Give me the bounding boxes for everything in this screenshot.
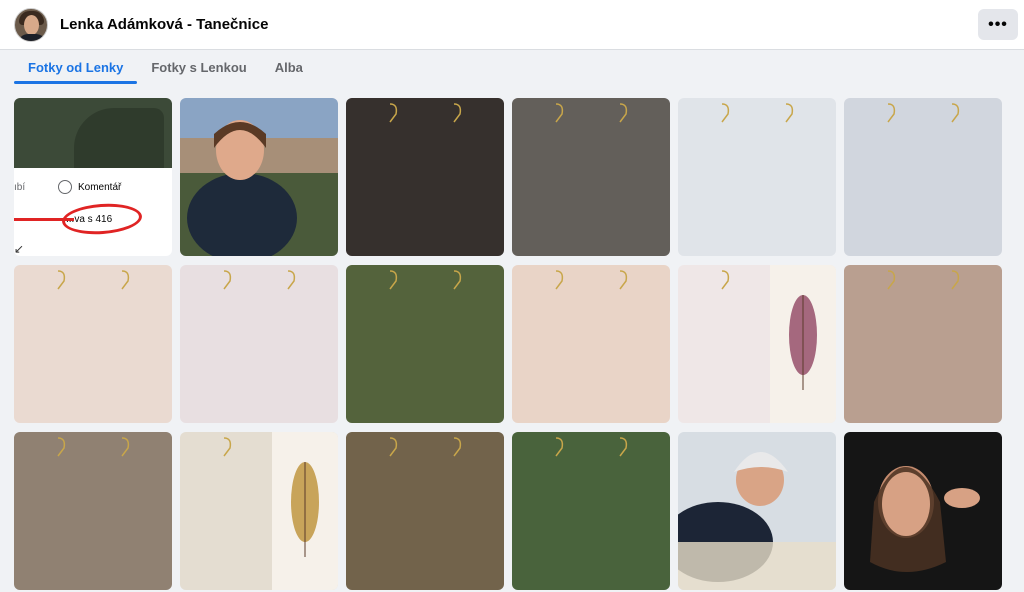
page-header: Lenka Adámková - Tanečnice •••	[0, 0, 1024, 50]
earrings-photo	[14, 432, 172, 590]
earrings-photo	[844, 98, 1002, 256]
earrings-photo	[512, 432, 670, 590]
tab-albums[interactable]: Alba	[261, 50, 317, 84]
earrings-photo	[512, 265, 670, 423]
earrings-photo	[180, 265, 338, 423]
profile-avatar[interactable]	[14, 7, 48, 42]
photo-tile[interactable]	[346, 432, 504, 590]
photo-tile[interactable]: ıbí Komentář ...va s 416 ↙	[14, 98, 172, 256]
photo-tile[interactable]	[844, 265, 1002, 423]
earrings-photo	[346, 98, 504, 256]
photo-tile[interactable]	[512, 98, 670, 256]
earrings-photo	[346, 432, 504, 590]
photo-tile[interactable]	[346, 98, 504, 256]
tab-photos-with-lenka[interactable]: Fotky s Lenkou	[137, 50, 260, 84]
photo-tile[interactable]	[844, 432, 1002, 590]
earrings-photo	[844, 265, 1002, 423]
earrings-photo	[14, 265, 172, 423]
photo-tile[interactable]	[512, 265, 670, 423]
profile-title[interactable]: Lenka Adámková - Tanečnice	[60, 16, 268, 33]
photo-tile[interactable]	[678, 432, 836, 590]
earrings-photo	[678, 265, 836, 423]
earrings-photo	[678, 98, 836, 256]
earrings-photo	[180, 432, 338, 590]
tab-photos-by-lenka[interactable]: Fotky od Lenky	[14, 50, 138, 84]
portrait-photo	[844, 432, 1002, 590]
photo-tile[interactable]	[180, 432, 338, 590]
portrait-photo	[180, 98, 338, 256]
like-text: ıbí	[14, 182, 26, 193]
comment-text: Komentář	[78, 182, 122, 193]
photo-tile[interactable]	[14, 265, 172, 423]
photo-tile[interactable]	[678, 265, 836, 423]
photo-tile[interactable]	[844, 98, 1002, 256]
earrings-photo	[346, 265, 504, 423]
more-options-button[interactable]: •••	[978, 9, 1018, 40]
photo-tile[interactable]	[180, 265, 338, 423]
post-screenshot-image: ıbí Komentář ...va s 416 ↙	[14, 98, 172, 256]
portrait-photo	[678, 432, 836, 590]
earrings-photo	[512, 98, 670, 256]
photo-tile[interactable]	[678, 98, 836, 256]
photo-tabs: Fotky od Lenky Fotky s Lenkou Alba	[14, 50, 317, 84]
photo-tile[interactable]	[180, 98, 338, 256]
photo-tile[interactable]	[512, 432, 670, 590]
photo-grid: ıbí Komentář ...va s 416 ↙	[14, 98, 1002, 590]
photo-tile[interactable]	[346, 265, 504, 423]
comment-icon	[58, 180, 72, 194]
photo-tile[interactable]	[14, 432, 172, 590]
